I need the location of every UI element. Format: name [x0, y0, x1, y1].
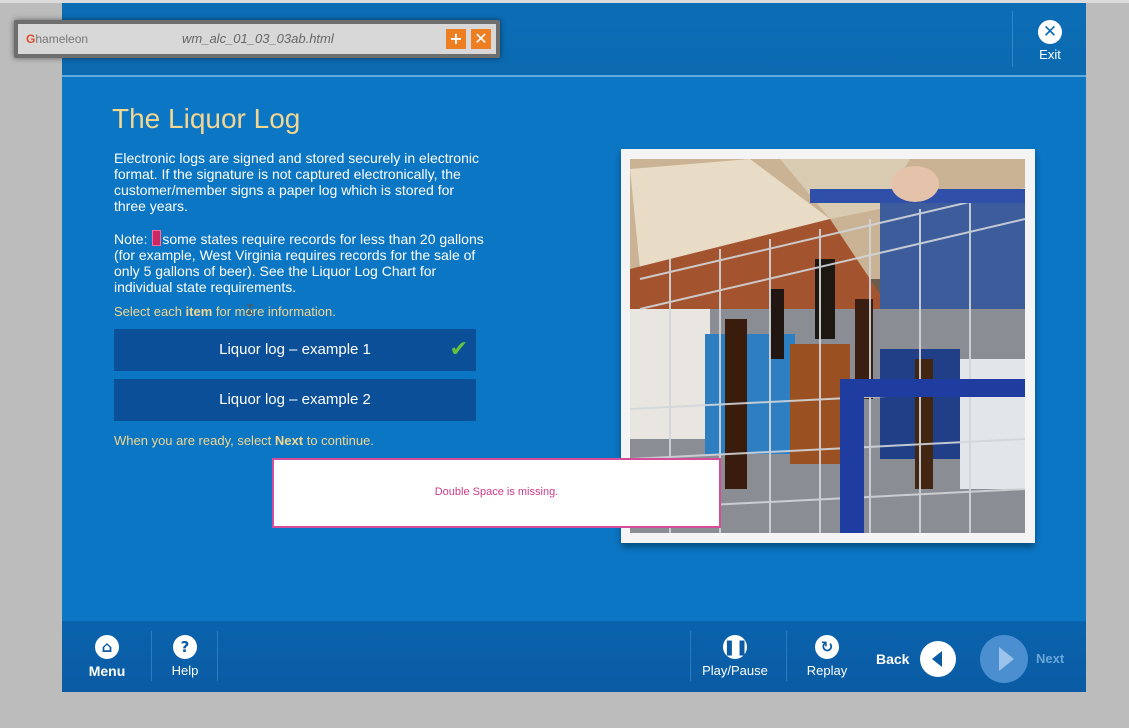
footer-bar: ⌂ Menu ? Help ❚❚ Play/Pause ↻ Replay Bac… — [62, 621, 1086, 692]
help-label: Help — [171, 663, 199, 678]
back-button[interactable] — [920, 641, 956, 677]
home-icon: ⌂ — [95, 635, 119, 659]
footer-divider — [217, 631, 218, 681]
option-1-label: Liquor log – example 1 — [219, 341, 371, 358]
footer-divider — [151, 631, 152, 681]
menu-button[interactable]: ⌂ Menu — [86, 635, 128, 679]
next-arrow-icon — [999, 647, 1014, 671]
continue-instruction: When you are ready, select Next to conti… — [114, 433, 374, 448]
back-arrow-icon — [932, 651, 942, 667]
footer-divider — [690, 631, 691, 681]
chameleon-bar-inner: Ghameleon wm_alc_01_03_03ab.html + ✕ — [18, 24, 496, 54]
note-paragraph: Note: some states require records for le… — [114, 230, 484, 295]
chameleon-review-bar: Ghameleon wm_alc_01_03_03ab.html + ✕ — [14, 20, 500, 58]
close-circle-icon: ✕ — [1038, 20, 1062, 44]
close-icon[interactable]: ✕ — [471, 29, 491, 49]
pause-icon: ❚❚ — [723, 635, 748, 659]
note-text: some states require records for less tha… — [114, 231, 484, 295]
liquor-log-example-2-button[interactable]: Liquor log – example 2 — [114, 379, 476, 421]
replay-button[interactable]: ↻ Replay — [802, 635, 852, 678]
edit-marker[interactable] — [152, 230, 162, 246]
note-label: Note: — [114, 231, 152, 247]
exit-button[interactable]: ✕ Exit — [1020, 17, 1080, 67]
chameleon-logo: Ghameleon — [26, 32, 89, 46]
next-button[interactable] — [980, 635, 1028, 683]
page-title: The Liquor Log — [112, 103, 301, 134]
review-comment-box[interactable]: Double Space is missing. — [272, 458, 721, 528]
select-bold: item — [185, 304, 213, 319]
exit-label: Exit — [1039, 47, 1061, 62]
replay-label: Replay — [806, 663, 848, 678]
select-suffix: for more information. — [212, 304, 336, 319]
back-label: Back — [876, 651, 910, 667]
liquor-log-example-1-button[interactable]: Liquor log – example 1 ✔ — [114, 329, 476, 371]
ready-bold: Next — [274, 433, 304, 448]
select-prefix: Select each — [114, 304, 186, 319]
help-icon: ? — [173, 635, 197, 659]
text-cursor-icon: Ꮖ — [246, 303, 255, 318]
ready-prefix: When you are ready, select — [114, 433, 275, 448]
ready-suffix: to continue. — [303, 433, 374, 448]
chameleon-filename: wm_alc_01_03_03ab.html — [182, 31, 334, 46]
play-pause-label: Play/Pause — [702, 663, 768, 678]
header-divider — [1012, 11, 1013, 67]
replay-icon: ↻ — [815, 635, 839, 659]
checkmark-icon: ✔ — [449, 337, 468, 362]
option-2-label: Liquor log – example 2 — [219, 391, 371, 408]
select-instruction: Select each item for more information. — [114, 304, 336, 319]
course-player: ✕ Exit The Liquor Log Electronic logs ar… — [62, 3, 1086, 692]
menu-label: Menu — [88, 663, 126, 679]
help-button[interactable]: ? Help — [166, 635, 204, 678]
review-comment-text: Double Space is missing. — [434, 486, 559, 498]
intro-paragraph: Electronic logs are signed and stored se… — [114, 150, 479, 214]
plus-icon[interactable]: + — [446, 29, 466, 49]
play-pause-button[interactable]: ❚❚ Play/Pause — [698, 635, 772, 678]
footer-divider — [786, 631, 787, 681]
next-label: Next — [1036, 651, 1065, 666]
